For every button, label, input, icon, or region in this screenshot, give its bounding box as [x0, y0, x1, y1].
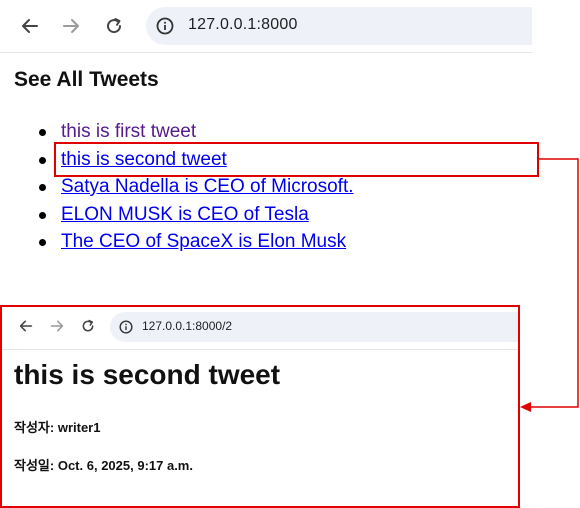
tweet-link-3[interactable]: Satya Nadella is CEO of Microsoft. [61, 176, 354, 197]
tweet-link-2[interactable]: this is second tweet [61, 149, 227, 170]
tweet-list: this is first tweet this is second tweet… [0, 118, 354, 256]
reload-icon[interactable] [101, 13, 127, 39]
url-text[interactable]: 127.0.0.1:8000 [188, 16, 298, 34]
forward-arrow-icon[interactable] [47, 316, 67, 336]
forward-arrow-icon[interactable] [58, 13, 84, 39]
date-line: 작성일: Oct. 6, 2025, 9:17 a.m. [14, 455, 193, 474]
page-title: See All Tweets [14, 68, 159, 91]
writer-label: 작성자: [14, 420, 55, 435]
info-icon[interactable] [119, 320, 133, 339]
tweet-link-5[interactable]: The CEO of SpaceX is Elon Musk [61, 231, 346, 252]
writer-line: 작성자: writer1 [14, 417, 100, 436]
tweet-list-item: Satya Nadella is CEO of Microsoft. [39, 173, 354, 201]
url-text-detail[interactable]: 127.0.0.1:8000/2 [142, 319, 232, 333]
tweet-list-item: this is first tweet [39, 118, 354, 146]
date-label: 작성일: [14, 458, 55, 473]
tweet-link-4[interactable]: ELON MUSK is CEO of Tesla [61, 204, 309, 225]
reload-icon[interactable] [78, 316, 98, 336]
browser-toolbar: 127.0.0.1:8000 [0, 0, 532, 53]
bullet-icon [39, 239, 46, 246]
browser-toolbar-detail: 127.0.0.1:8000/2 [2, 307, 518, 350]
info-icon[interactable] [156, 17, 174, 40]
tweet-list-item: ELON MUSK is CEO of Tesla [39, 201, 354, 229]
bullet-icon [39, 184, 46, 191]
bullet-icon [39, 129, 46, 136]
detail-page-screenshot: 127.0.0.1:8000/2 this is second tweet 작성… [0, 305, 520, 508]
date-value: Oct. 6, 2025, 9:17 a.m. [57, 458, 193, 473]
writer-value: writer1 [57, 420, 101, 435]
back-arrow-icon[interactable] [17, 13, 43, 39]
back-arrow-icon[interactable] [16, 316, 36, 336]
address-bar-detail[interactable]: 127.0.0.1:8000/2 [110, 312, 518, 342]
tweet-list-item: this is second tweet [39, 146, 354, 174]
tweet-detail-title: this is second tweet [14, 359, 281, 390]
address-bar[interactable]: 127.0.0.1:8000 [146, 7, 532, 45]
tweet-link-1[interactable]: this is first tweet [61, 121, 196, 142]
tweet-list-item: The CEO of SpaceX is Elon Musk [39, 228, 354, 256]
bullet-icon [39, 211, 46, 219]
bullet-icon [39, 156, 46, 164]
